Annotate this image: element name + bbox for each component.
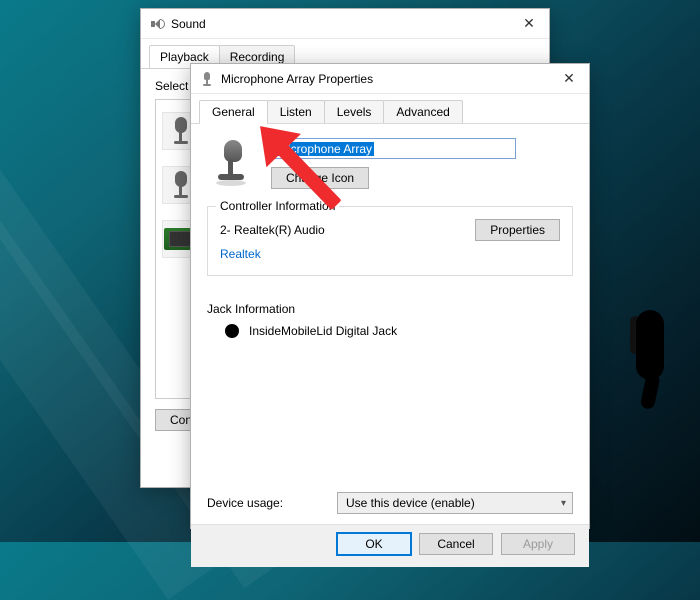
sound-window-title: Sound (171, 17, 511, 31)
tab-general[interactable]: General (199, 100, 268, 123)
dialog-button-row: OK Cancel Apply (191, 524, 589, 567)
jack-color-icon (225, 324, 239, 338)
microphone-icon (171, 117, 191, 145)
properties-window-title: Microphone Array Properties (221, 72, 551, 86)
controller-vendor-link[interactable]: Realtek (220, 247, 261, 261)
close-icon[interactable]: ✕ (517, 15, 541, 32)
jack-name: InsideMobileLid Digital Jack (249, 324, 397, 338)
device-usage-label: Device usage: (207, 496, 317, 510)
change-icon-button[interactable]: Change Icon (271, 167, 369, 189)
tab-listen[interactable]: Listen (267, 100, 325, 123)
cancel-button[interactable]: Cancel (419, 533, 493, 555)
microphone-icon (199, 71, 215, 87)
sound-titlebar[interactable]: Sound ✕ (141, 9, 549, 39)
properties-titlebar[interactable]: Microphone Array Properties ✕ (191, 64, 589, 94)
chevron-down-icon: ▾ (561, 498, 566, 509)
jack-legend: Jack Information (207, 302, 573, 316)
microphone-properties-window: Microphone Array Properties ✕ General Li… (190, 63, 590, 529)
device-usage-value: Use this device (enable) (346, 496, 475, 510)
device-large-icon (211, 140, 251, 188)
tab-levels[interactable]: Levels (324, 100, 385, 123)
microphone-icon (171, 171, 191, 199)
jack-info-group: Jack Information InsideMobileLid Digital… (207, 302, 573, 338)
device-usage-select[interactable]: Use this device (enable) ▾ (337, 492, 573, 514)
apply-button[interactable]: Apply (501, 533, 575, 555)
properties-tabs: General Listen Levels Advanced (191, 94, 589, 124)
close-icon[interactable]: ✕ (557, 70, 581, 87)
controller-properties-button[interactable]: Properties (475, 219, 560, 241)
device-name-input[interactable]: Microphone Array (271, 138, 516, 159)
device-name-selection: Microphone Array (276, 142, 374, 156)
wallpaper-diver (620, 290, 680, 410)
ok-button[interactable]: OK (337, 533, 411, 555)
controller-name: 2- Realtek(R) Audio (220, 223, 325, 237)
controller-legend: Controller Information (216, 199, 339, 213)
speaker-icon (149, 16, 165, 32)
controller-info-group: Controller Information 2- Realtek(R) Aud… (207, 206, 573, 276)
tab-advanced[interactable]: Advanced (383, 100, 462, 123)
